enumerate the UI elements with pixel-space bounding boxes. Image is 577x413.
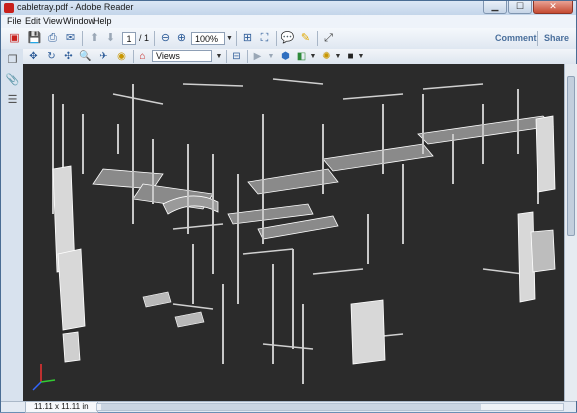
floor-plate xyxy=(142,291,172,308)
background-color-dropdown-icon[interactable]: ▼ xyxy=(357,50,365,63)
projection-icon[interactable]: ⬢ xyxy=(279,50,292,63)
hanger-bar xyxy=(242,248,294,255)
pan-icon[interactable]: ✣ xyxy=(62,50,75,63)
vertical-scrollbar[interactable] xyxy=(564,64,577,401)
read-mode-icon[interactable]: ⤢ xyxy=(321,31,336,46)
next-page-icon[interactable]: ⬇ xyxy=(103,31,118,46)
cable-tray-segment xyxy=(247,168,339,195)
full-screen-icon[interactable]: ⛶ xyxy=(257,31,272,46)
highlight-icon[interactable]: ✎ xyxy=(298,31,313,46)
right-column xyxy=(535,115,556,193)
lighting-icon[interactable]: ✺ xyxy=(320,50,333,63)
menu-help[interactable]: Help xyxy=(93,15,112,28)
comment-button[interactable]: Comment xyxy=(495,33,537,43)
views-dropdown[interactable]: Views xyxy=(152,50,212,62)
previous-page-icon[interactable]: ⬆ xyxy=(87,31,102,46)
share-button[interactable]: Share xyxy=(544,33,569,43)
horizontal-scrollbar[interactable] xyxy=(96,403,564,411)
print-icon[interactable]: ⎙ xyxy=(45,31,60,46)
fit-width-icon[interactable]: ⊞ xyxy=(240,31,255,46)
zoom-out-icon[interactable]: ⊖ xyxy=(158,31,173,46)
main-toolbar: ▣ 💾 ⎙ ✉ ⬆ ⬇ 1 / 1 ⊖ ⊕ 100% ▼ ⊞ ⛶ 💬 ✎ ⤢ C… xyxy=(1,28,576,50)
toolbar-separator xyxy=(236,31,237,46)
toolbar-separator xyxy=(317,31,318,46)
toolbar-separator xyxy=(154,31,155,46)
hanger-bar xyxy=(482,268,524,275)
hanger-bar xyxy=(112,93,164,105)
lighting-dropdown-icon[interactable]: ▼ xyxy=(334,50,342,63)
save-icon[interactable]: 💾 xyxy=(27,31,42,46)
model-tree-toggle-icon[interactable]: ⊟ xyxy=(230,50,243,63)
create-pdf-icon[interactable]: ▣ xyxy=(7,31,22,46)
zoom-in-icon[interactable]: ⊕ xyxy=(174,31,189,46)
3d-viewport[interactable] xyxy=(23,64,564,401)
toolbar-separator xyxy=(82,31,83,46)
hanger-bar xyxy=(422,83,484,90)
menu-bar: File Edit View Window Help xyxy=(1,15,576,28)
axis-x-line xyxy=(40,379,56,383)
close-button[interactable]: ✕ xyxy=(533,1,573,14)
cable-tray-segment xyxy=(417,115,554,145)
zoom-field[interactable]: 100% xyxy=(191,32,225,45)
hanger-bar xyxy=(272,78,324,85)
play-animation-icon[interactable]: ▶ xyxy=(251,50,264,63)
menu-window[interactable]: Window xyxy=(63,15,95,28)
email-icon[interactable]: ✉ xyxy=(63,31,78,46)
hanger-bar xyxy=(172,303,214,310)
page-size-label: 11.11 x 11.11 in xyxy=(25,401,98,413)
toolbar-separator xyxy=(537,31,538,46)
menu-edit[interactable]: Edit xyxy=(25,15,41,28)
zoom-dropdown-icon[interactable]: ▼ xyxy=(225,32,234,45)
hanger-bar xyxy=(182,83,244,87)
page-total: / 1 xyxy=(139,33,150,43)
navigation-pane: ❐ 📎 ☰ xyxy=(1,49,24,401)
floor-plate xyxy=(174,311,205,328)
maximize-button[interactable]: ☐ xyxy=(508,1,532,14)
vertical-scroll-thumb[interactable] xyxy=(567,76,575,236)
electrical-box xyxy=(530,229,556,273)
hanger-bar xyxy=(312,268,364,275)
menu-view[interactable]: View xyxy=(43,15,62,28)
cable-tray-segment xyxy=(322,143,434,172)
attachments-icon[interactable]: 📎 xyxy=(5,73,20,88)
menu-file[interactable]: File xyxy=(7,15,22,28)
zoom-3d-icon[interactable]: 🔍 xyxy=(79,50,92,63)
status-bar: 11.11 x 11.11 in xyxy=(1,401,576,413)
hanger-bar xyxy=(342,93,404,100)
render-mode-dropdown-icon[interactable]: ▼ xyxy=(309,50,317,63)
toolbar-separator xyxy=(133,50,134,63)
sticky-note-icon[interactable]: 💬 xyxy=(280,31,295,46)
minimize-button[interactable]: ▁ xyxy=(483,1,507,14)
cable-tray-3d-model[interactable] xyxy=(23,64,564,401)
page-number-field[interactable]: 1 xyxy=(122,32,136,45)
axis-z-line xyxy=(32,381,42,391)
caption-buttons: ▁ ☐ ✕ xyxy=(483,1,573,14)
title-bar: cabletray.pdf - Adobe Reader ▁ ☐ ✕ xyxy=(1,1,576,15)
home-view-icon[interactable]: ⌂ xyxy=(136,50,149,63)
rotate-icon[interactable]: ✥ xyxy=(27,50,40,63)
render-mode-icon[interactable]: ◧ xyxy=(295,50,308,63)
3d-toolbar: ✥ ↻ ✣ 🔍 ✈ ◉ ⌂ Views ▼ ⊟ ▶ ▼ ⬢ ◧ ▼ ✺ ▼ ■ … xyxy=(23,49,576,65)
spin-icon[interactable]: ↻ xyxy=(45,50,58,63)
animation-dropdown-icon[interactable]: ▼ xyxy=(267,50,275,63)
fly-icon[interactable]: ◉ xyxy=(115,50,128,63)
toolbar-separator xyxy=(247,50,248,63)
pages-panel-icon[interactable]: ❐ xyxy=(5,53,20,68)
walk-icon[interactable]: ✈ xyxy=(97,50,110,63)
views-dropdown-arrow-icon[interactable]: ▼ xyxy=(215,50,223,63)
horizontal-scroll-thumb[interactable] xyxy=(101,404,481,410)
hanger-bar xyxy=(262,343,314,350)
adobe-reader-icon xyxy=(4,3,14,13)
left-cabinet xyxy=(57,248,86,331)
background-color-icon[interactable]: ■ xyxy=(344,50,357,63)
window-title: cabletray.pdf - Adobe Reader xyxy=(17,2,134,12)
toolbar-separator xyxy=(276,31,277,46)
cable-tray-segment xyxy=(227,203,314,225)
junction-box xyxy=(62,331,81,363)
hanger-bar xyxy=(172,223,224,230)
reader-window: cabletray.pdf - Adobe Reader ▁ ☐ ✕ File … xyxy=(0,0,577,413)
control-cabinet xyxy=(350,299,386,365)
model-tree-icon[interactable]: ☰ xyxy=(5,93,20,108)
toolbar-separator xyxy=(226,50,227,63)
